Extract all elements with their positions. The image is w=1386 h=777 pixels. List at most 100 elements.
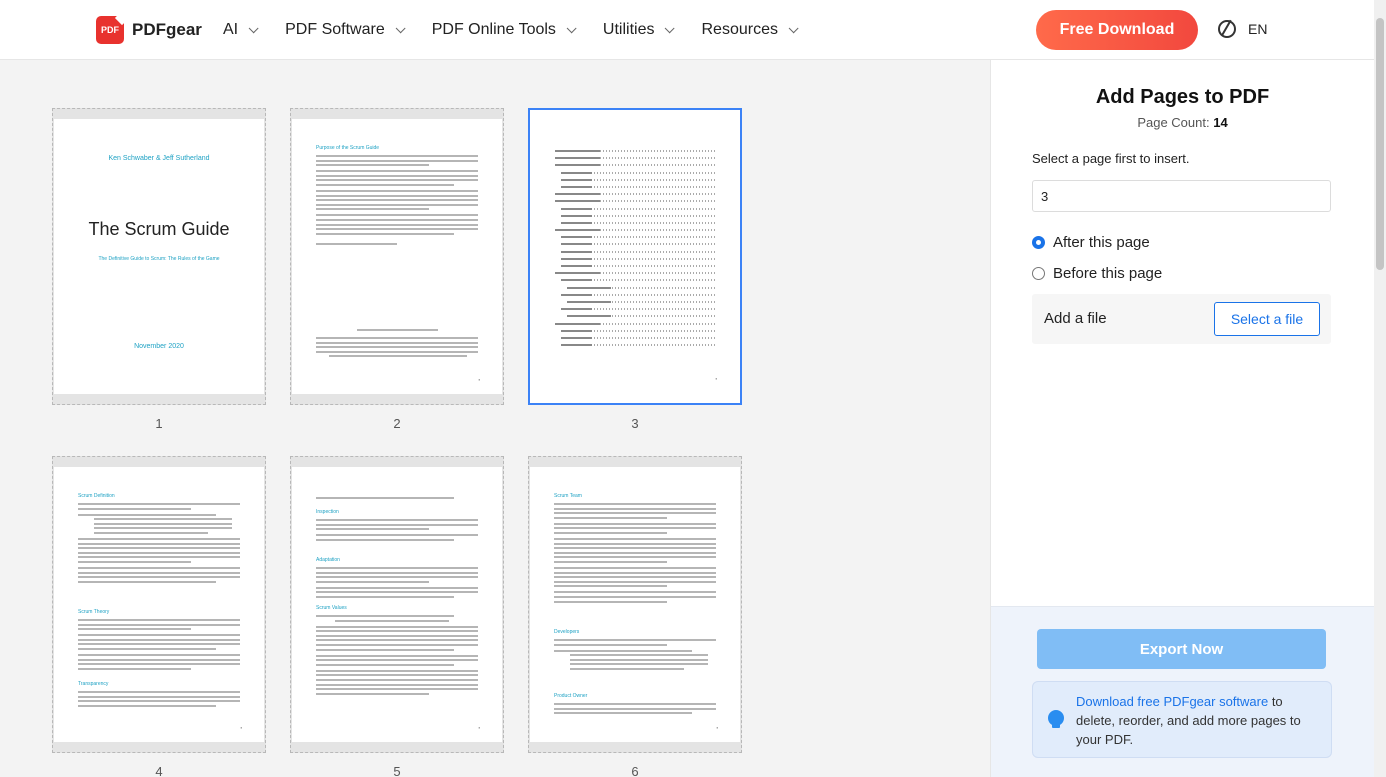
page-sheet: Scrum Definition Scrum Theory Transparen… <box>54 467 264 742</box>
text-block <box>316 615 478 697</box>
page-count-value: 14 <box>1213 115 1228 130</box>
cover-title: The Scrum Guide <box>88 219 230 239</box>
page-sheet: ▪ <box>531 120 739 393</box>
page-heading: Developers <box>554 629 580 635</box>
main-nav: AI PDF Software PDF Online Tools Utiliti… <box>223 0 825 60</box>
software-promo-box: Download free PDFgear software to delete… <box>1032 681 1332 758</box>
text-block <box>78 503 240 585</box>
text-block <box>316 567 478 601</box>
add-pages-panel: Add Pages to PDF Page Count: 14 Select a… <box>990 60 1375 777</box>
page-count-label: Page Count: <box>1137 115 1210 130</box>
text-block <box>78 691 240 709</box>
nav-resources[interactable]: Resources <box>701 21 799 39</box>
select-file-button[interactable]: Select a file <box>1214 302 1320 336</box>
page-sheet: Inspection Adaptation Scrum Values ▪ <box>292 467 502 742</box>
page-number-label: 2 <box>393 416 401 431</box>
nav-pdf-online-tools-label: PDF Online Tools <box>431 21 556 38</box>
text-block <box>316 155 478 247</box>
scrollbar-thumb[interactable] <box>1376 18 1384 270</box>
text-block <box>316 519 478 543</box>
nav-pdf-software-label: PDF Software <box>285 21 385 38</box>
page-heading: Transparency <box>78 681 109 687</box>
free-download-button[interactable]: Free Download <box>1036 10 1198 50</box>
text-block <box>554 503 716 605</box>
page-thumbnail-3-selected[interactable]: ▪ <box>528 108 742 405</box>
cover-author: Ken Schwaber & Jeff Sutherland <box>108 155 210 162</box>
insert-hint: Select a page first to insert. <box>1032 151 1190 166</box>
page-footer: ▪ <box>478 377 480 382</box>
panel-title: Add Pages to PDF <box>1095 86 1270 108</box>
logo-mark-text: PDF <box>101 25 119 35</box>
page-heading: Scrum Theory <box>78 609 110 615</box>
nav-ai[interactable]: AI <box>223 21 259 39</box>
logo-text: PDFgear <box>132 20 202 39</box>
after-this-page-label: After this page <box>1053 234 1150 251</box>
text-block <box>554 703 716 717</box>
promo-text: Download free PDFgear software to delete… <box>1076 692 1324 749</box>
page-sheet: Scrum Team Developers Product Owner ▪ <box>530 467 740 742</box>
page-footer: ▪ <box>240 725 242 730</box>
nav-ai-label: AI <box>223 21 239 38</box>
page-count: Page Count: 14 <box>991 115 1374 130</box>
add-file-row: Add a file Select a file <box>1032 294 1331 344</box>
page-footer: ▪ <box>478 725 480 730</box>
export-now-button[interactable]: Export Now <box>1037 629 1326 669</box>
text-block <box>554 639 716 673</box>
page-thumbnail-1[interactable]: Ken Schwaber & Jeff Sutherland The Scrum… <box>52 108 266 405</box>
nav-utilities-label: Utilities <box>602 21 655 38</box>
download-software-link[interactable]: Download free PDFgear software <box>1076 694 1268 709</box>
pdfgear-logo-icon: PDF <box>96 16 124 44</box>
before-this-page-option[interactable]: Before this page <box>1032 265 1162 282</box>
top-navbar: PDF PDFgear AI PDF Software PDF Online T… <box>0 0 1386 60</box>
before-this-page-label: Before this page <box>1053 265 1163 282</box>
page-number-label: 3 <box>631 416 639 431</box>
page-number-label: 1 <box>155 416 163 431</box>
panel-footer: Export Now Download free PDFgear softwar… <box>991 606 1375 777</box>
page-sheet: Purpose of the Scrum Guide ▪ <box>292 119 502 394</box>
page-number-label: 6 <box>631 764 639 777</box>
chevron-down-icon <box>788 22 799 33</box>
page-heading: Adaptation <box>316 557 340 563</box>
page-thumbnail-5[interactable]: Inspection Adaptation Scrum Values ▪ <box>290 456 504 753</box>
page-scrollbar[interactable] <box>1374 0 1386 777</box>
page-heading: Product Owner <box>554 693 588 699</box>
page-heading: Scrum Team <box>554 493 582 499</box>
page-thumbnail-grid: Ken Schwaber & Jeff Sutherland The Scrum… <box>0 60 990 777</box>
table-of-contents <box>555 150 715 351</box>
page-heading: Scrum Values <box>316 605 347 611</box>
chevron-down-icon <box>395 22 406 33</box>
language-selector[interactable]: EN <box>1218 20 1267 38</box>
cover-date: November 2020 <box>134 343 184 350</box>
chevron-down-icon <box>248 22 259 33</box>
copyright-block <box>316 329 478 360</box>
page-number-input[interactable] <box>1032 180 1331 212</box>
radio-selected-icon[interactable] <box>1032 236 1045 249</box>
chevron-down-icon <box>665 22 676 33</box>
nav-pdf-online-tools[interactable]: PDF Online Tools <box>431 21 577 39</box>
page-heading: Inspection <box>316 509 339 515</box>
page-footer: ▪ <box>715 376 717 381</box>
page-heading: Scrum Definition <box>78 493 115 499</box>
language-icon <box>1218 20 1236 38</box>
page-footer: ▪ <box>716 725 718 730</box>
text-block <box>78 619 240 672</box>
page-sheet: Ken Schwaber & Jeff Sutherland The Scrum… <box>54 119 264 394</box>
pdfgear-logo[interactable]: PDF PDFgear <box>96 16 202 44</box>
chevron-down-icon <box>566 22 577 33</box>
page-thumbnail-2[interactable]: Purpose of the Scrum Guide ▪ <box>290 108 504 405</box>
add-file-label: Add a file <box>1044 310 1107 327</box>
page-number-label: 4 <box>155 764 163 777</box>
page-thumbnail-4[interactable]: Scrum Definition Scrum Theory Transparen… <box>52 456 266 753</box>
nav-utilities[interactable]: Utilities <box>602 21 676 39</box>
language-label: EN <box>1248 21 1268 37</box>
nav-pdf-software[interactable]: PDF Software <box>285 21 406 39</box>
radio-unselected-icon[interactable] <box>1032 267 1045 280</box>
lightbulb-icon <box>1048 710 1064 728</box>
page-heading: Purpose of the Scrum Guide <box>316 145 380 151</box>
text-block <box>316 497 478 502</box>
cover-subtitle: The Definitive Guide to Scrum: The Rules… <box>98 256 220 262</box>
nav-resources-label: Resources <box>701 21 778 38</box>
page-thumbnail-6[interactable]: Scrum Team Developers Product Owner ▪ <box>528 456 742 753</box>
page-number-label: 5 <box>393 764 401 777</box>
after-this-page-option[interactable]: After this page <box>1032 234 1150 251</box>
